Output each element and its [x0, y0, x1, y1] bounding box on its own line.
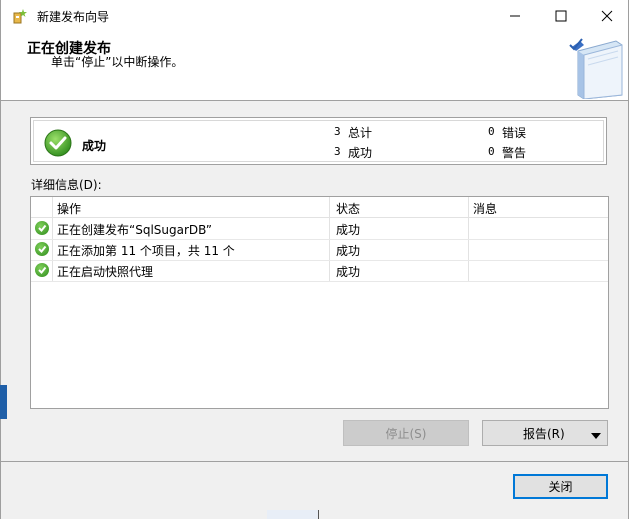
- background-divider-fragment: [318, 510, 319, 519]
- window-title: 新建发布向导: [37, 10, 110, 24]
- summary-status: 成功: [82, 139, 107, 153]
- total-count: 3: [334, 125, 341, 138]
- success-check-icon: [44, 129, 72, 160]
- grid-header: 操作 状态 消息: [31, 197, 608, 218]
- row-action: 正在添加第 11 个项目，共 11 个: [57, 244, 235, 258]
- table-row[interactable]: 正在启动快照代理 成功: [31, 260, 608, 282]
- background-window-edge: [0, 385, 7, 419]
- wizard-header: 正在创建发布 单击“停止”以中断操作。: [1, 31, 628, 101]
- close-button[interactable]: 关闭: [513, 474, 608, 499]
- background-taskbar-fragment: [267, 510, 319, 519]
- success-count: 3: [334, 145, 341, 158]
- total-label: 总计: [348, 126, 373, 140]
- row-action: 正在启动快照代理: [57, 265, 154, 279]
- minimize-icon: [510, 15, 520, 16]
- table-row[interactable]: 正在添加第 11 个项目，共 11 个 成功: [31, 239, 608, 261]
- details-label: 详细信息(D):: [31, 178, 102, 192]
- summary-panel: 成功 3 总计 3 成功 0 错误 0 警告: [30, 117, 607, 165]
- details-grid[interactable]: 操作 状态 消息 正在创建发布“SqlSugarDB” 成功 正在添加第 11 …: [30, 196, 609, 409]
- table-row[interactable]: 正在创建发布“SqlSugarDB” 成功: [31, 218, 608, 240]
- row-status: 成功: [336, 244, 361, 258]
- row-success-icon: [35, 263, 49, 277]
- close-icon: [601, 10, 613, 21]
- wizard-window: 新建发布向导 正在创建发布 单击“停止”以中断操作。 成功 3 总计 3 成功 …: [0, 0, 629, 519]
- warning-label: 警告: [502, 146, 527, 160]
- column-header-status[interactable]: 状态: [336, 200, 360, 217]
- title-bar: 新建发布向导: [1, 0, 628, 31]
- success-label: 成功: [348, 146, 373, 160]
- report-button-label: 报告(R): [523, 426, 565, 441]
- report-button[interactable]: 报告(R): [482, 420, 608, 446]
- wizard-app-icon: [11, 7, 29, 28]
- close-window-button[interactable]: [584, 0, 630, 31]
- maximize-icon: [555, 10, 567, 21]
- row-success-icon: [35, 221, 49, 235]
- column-header-action[interactable]: 操作: [57, 200, 81, 217]
- maximize-button[interactable]: [538, 0, 584, 31]
- row-status: 成功: [336, 223, 361, 237]
- error-count: 0: [488, 125, 495, 138]
- error-label: 错误: [502, 126, 527, 140]
- row-action: 正在创建发布“SqlSugarDB”: [57, 223, 212, 237]
- row-success-icon: [35, 242, 49, 256]
- dropdown-arrow-icon: [591, 429, 601, 443]
- column-header-message[interactable]: 消息: [473, 200, 497, 217]
- minimize-button[interactable]: [492, 0, 538, 31]
- stop-button-label: 停止(S): [385, 426, 427, 441]
- close-button-label: 关闭: [548, 480, 573, 494]
- footer-divider: [1, 461, 628, 462]
- warning-count: 0: [488, 145, 495, 158]
- publication-book-icon: [566, 37, 626, 102]
- page-subtitle: 单击“停止”以中断操作。: [51, 55, 184, 69]
- row-status: 成功: [336, 265, 361, 279]
- stop-button[interactable]: 停止(S): [343, 420, 469, 446]
